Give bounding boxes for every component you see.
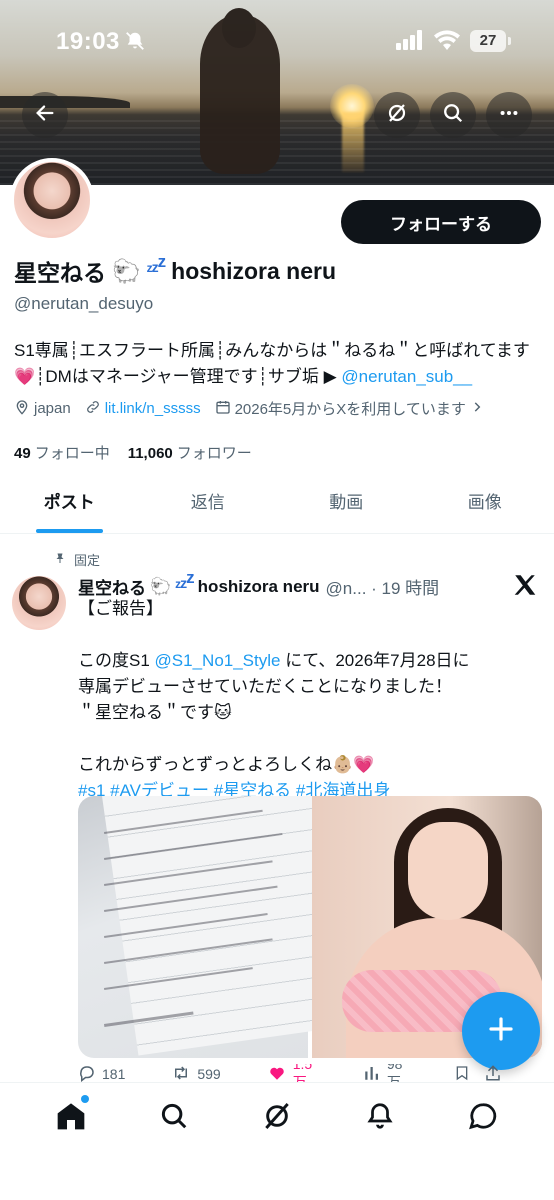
grok-icon — [261, 1100, 293, 1137]
nav-home[interactable] — [41, 1083, 101, 1153]
bio-sub-account-link[interactable]: @nerutan_sub__ — [341, 367, 472, 386]
bookmark-icon — [454, 1064, 470, 1084]
plus-icon — [486, 1014, 516, 1049]
display-name-text: 星空ねる — [14, 260, 106, 286]
tweet-line: これからずっとずっとよろしくね👶🏼💗 — [78, 755, 375, 774]
back-button[interactable] — [22, 92, 68, 138]
tweet-line — [78, 622, 538, 648]
display-name-suffix: hoshizora neru — [171, 257, 336, 284]
repost-icon — [171, 1064, 191, 1084]
bottom-navigation — [0, 1082, 554, 1200]
reply-icon — [78, 1064, 96, 1084]
search-icon — [159, 1101, 189, 1136]
website-link[interactable]: lit.link/n_sssss — [105, 400, 201, 417]
tweet-line: ＂星空ねる＂です🐱 — [78, 703, 232, 722]
more-dots-icon — [498, 102, 520, 129]
back-arrow-icon — [34, 102, 56, 129]
location-text: japan — [34, 400, 71, 417]
pin-icon — [54, 551, 66, 568]
battery-indicator: 27 — [470, 30, 511, 52]
tweet-line: 【ご報告】 — [78, 599, 163, 618]
silent-bell-icon — [124, 30, 146, 57]
follow-counts: 49 フォロー中 11,060 フォロワー — [14, 442, 252, 463]
grok-icon — [385, 101, 409, 130]
website-item[interactable]: lit.link/n_sssss — [85, 399, 201, 419]
compose-button[interactable] — [462, 992, 540, 1070]
home-icon — [55, 1100, 87, 1137]
tweet-text: 【ご報告】 この度S1 @S1_No1_Style にて、2026年7月28日に… — [78, 596, 538, 804]
nav-grok[interactable] — [247, 1083, 307, 1153]
display-name: 星空ねる 🐑 zzz hoshizora neru — [14, 252, 336, 288]
nav-messages[interactable] — [453, 1083, 513, 1153]
sheep-emoji: 🐑 — [150, 576, 172, 596]
joined-item[interactable]: 2026年5月からXを利用しています — [215, 398, 484, 419]
reply-action[interactable]: 181 — [78, 1064, 125, 1084]
nav-explore[interactable] — [144, 1083, 204, 1153]
search-icon — [442, 102, 464, 129]
letter-paper — [102, 796, 347, 1056]
tweet-avatar[interactable] — [12, 576, 66, 630]
profile-handle: @nerutan_desuyo — [14, 294, 154, 313]
tweet-line: この度S1 @S1_No1_Style にて、2026年7月28日に — [78, 651, 470, 670]
tab-videos[interactable]: 動画 — [277, 478, 416, 533]
joined-text: 2026年5月からXを利用しています — [234, 401, 466, 418]
zzz-emoji: zzz — [175, 574, 194, 591]
media-handwritten-letter[interactable] — [78, 796, 347, 1058]
bell-icon — [365, 1101, 395, 1136]
profile-avatar[interactable] — [10, 158, 94, 242]
profile-meta: japan lit.link/n_sssss 2026年5月からXを利用していま… — [14, 398, 544, 419]
follow-button[interactable]: フォローする — [341, 200, 541, 244]
tweet-line — [78, 726, 538, 752]
like-action[interactable]: 1.5万 — [267, 1064, 317, 1084]
tab-replies[interactable]: 返信 — [139, 478, 278, 533]
following-count[interactable]: 49 フォロー中 — [14, 442, 110, 463]
share-action[interactable] — [484, 1064, 502, 1084]
location-item: japan — [14, 399, 71, 419]
nav-notifications[interactable] — [350, 1083, 410, 1153]
profile-bio: S1専属┊エスフラート所属┊みんなからは＂ねるね＂と呼ばれてます💗┊DMはマネー… — [14, 338, 544, 390]
zzz-emoji: zzz — [146, 252, 166, 275]
grok-button[interactable] — [374, 92, 420, 138]
chat-bubble-icon — [468, 1101, 498, 1136]
wifi-icon — [434, 30, 460, 55]
photo-face — [408, 822, 488, 920]
search-button[interactable] — [430, 92, 476, 138]
tweet-actions: 181 599 1.5万 98万 — [78, 1064, 548, 1084]
profile-tabs: ポスト 返信 動画 画像 — [0, 478, 554, 534]
chevron-right-icon — [470, 400, 484, 418]
calendar-icon — [215, 399, 231, 419]
cellular-signal-icon — [396, 30, 424, 55]
status-bar: 19:03 27 — [0, 0, 554, 80]
tweet-line: 専属デビューさせていただくことになりました！ — [78, 677, 452, 696]
followers-count[interactable]: 11,060 フォロワー — [128, 442, 252, 463]
heart-icon — [267, 1064, 287, 1084]
views-chart-icon — [363, 1064, 381, 1084]
link-icon — [85, 399, 101, 419]
pinned-indicator: 固定 — [54, 550, 100, 569]
repost-action[interactable]: 599 — [171, 1064, 221, 1084]
location-pin-icon — [14, 399, 30, 419]
home-notification-dot — [81, 1095, 90, 1103]
share-icon — [484, 1064, 502, 1084]
tab-images[interactable]: 画像 — [416, 478, 554, 533]
views-action[interactable]: 98万 — [363, 1064, 408, 1084]
tab-posts[interactable]: ポスト — [0, 478, 139, 533]
bookmark-action[interactable] — [454, 1064, 470, 1084]
status-time: 19:03 — [56, 28, 120, 55]
more-button[interactable] — [486, 92, 532, 138]
pinned-label: 固定 — [74, 553, 101, 568]
mention-link[interactable]: @S1_No1_Style — [155, 651, 281, 670]
sheep-emoji: 🐑 — [112, 257, 141, 284]
